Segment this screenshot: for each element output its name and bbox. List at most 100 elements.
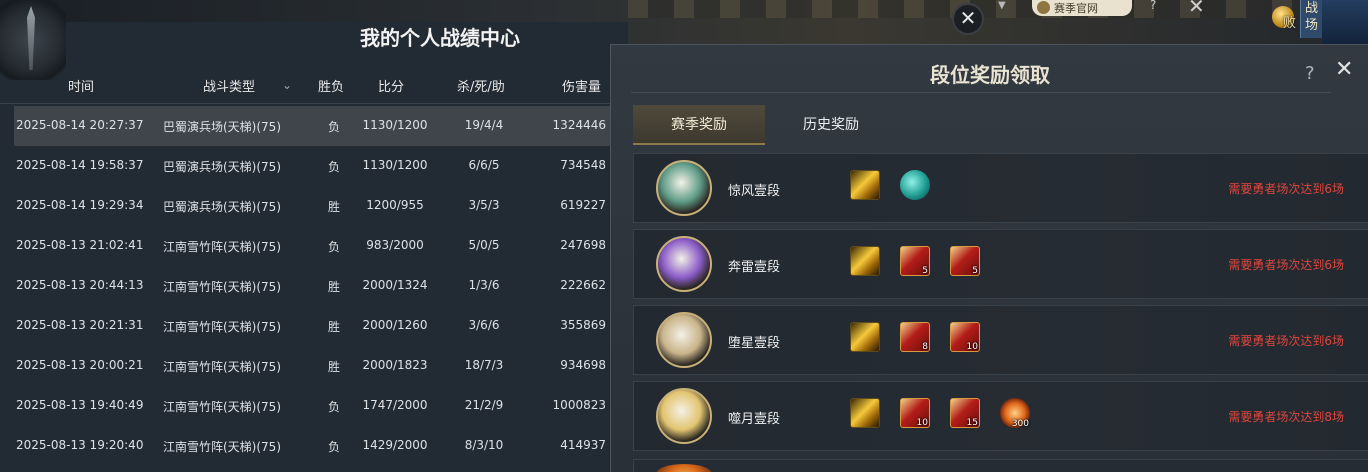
gem-icon[interactable] [900, 170, 930, 200]
token-icon[interactable]: 5 [950, 246, 980, 276]
cell-result: 负 [327, 120, 340, 134]
cell-score: 983/2000 [366, 238, 424, 252]
cell-kda: 1/3/6 [468, 278, 500, 292]
tier-requirement: 需要勇者场次达到8场 [1228, 410, 1344, 424]
token-icon[interactable]: 15 [950, 398, 980, 428]
season-website-button[interactable]: 赛季官网 [1032, 0, 1132, 16]
cell-kda: 3/6/6 [468, 318, 500, 332]
table-row[interactable]: 2025-08-13 19:40:49 江南雪竹阵(天梯)(75) 负 1747/20… [14, 386, 628, 426]
token-icon[interactable]: 10 [900, 398, 930, 428]
table-row[interactable]: 2025-08-14 19:29:34 巴蜀演兵场(天梯)(75) 胜 1200/95… [14, 186, 628, 226]
table-row[interactable]: 2025-08-14 19:58:37 巴蜀演兵场(天梯)(75) 负 1130/12… [14, 146, 628, 186]
reward-count: 15 [966, 418, 978, 428]
tier-row-partial [633, 459, 1368, 472]
close-icon[interactable]: ✕ [1335, 57, 1353, 82]
cell-score: 1130/1200 [362, 118, 428, 132]
tier-reward-panel: 段位奖励领取 ? ✕ 赛季奖励 历史奖励 惊风壹段 需要勇者场次达到6场奔雷壹段 5… [610, 44, 1368, 472]
table-row[interactable]: 2025-08-13 21:02:41 江南雪竹阵(天梯)(75) 负 983/200… [14, 226, 628, 266]
table-row[interactable]: 2025-08-13 20:44:13 江南雪竹阵(天梯)(75) 胜 2000/13… [14, 266, 628, 306]
cell-score: 1429/2000 [362, 438, 428, 452]
cell-result: 负 [327, 240, 340, 254]
sort-chevron-icon[interactable]: ⌄ [282, 78, 292, 92]
tier-medal-icon [656, 160, 712, 216]
cell-kda: 3/5/3 [468, 198, 500, 212]
tier-medal-icon [656, 236, 712, 292]
chest-icon[interactable] [850, 322, 880, 352]
cell-time: 2025-08-13 20:00:21 [16, 358, 144, 372]
tier-row[interactable]: 堕星壹段 8 10 需要勇者场次达到6场 [633, 305, 1368, 375]
table-header: 时间 战斗类型 ⌄ 胜负 比分 杀/死/助 伤害量 [0, 66, 628, 104]
cell-time: 2025-08-14 20:27:37 [16, 118, 144, 132]
token-icon[interactable]: 8 [900, 322, 930, 352]
cell-time: 2025-08-13 19:40:49 [16, 398, 144, 412]
help-icon[interactable]: ? [1150, 0, 1156, 12]
close-icon[interactable]: ✕ [952, 3, 984, 35]
cell-kda: 18/7/3 [464, 358, 504, 372]
battlefield-tab[interactable]: 战场 [1300, 0, 1322, 38]
tier-row[interactable]: 惊风壹段 需要勇者场次达到6场 [633, 153, 1368, 223]
tier-row[interactable]: 奔雷壹段 5 5 需要勇者场次达到6场 [633, 229, 1368, 299]
cell-kda: 5/0/5 [468, 238, 500, 252]
tier-name: 噬月壹段 [728, 412, 781, 427]
cell-damage: 1324446 [552, 118, 606, 132]
column-header-time[interactable]: 时间 [68, 76, 94, 95]
close-icon[interactable]: ✕ [1188, 0, 1205, 18]
tier-requirement: 需要勇者场次达到6场 [1228, 334, 1344, 348]
cell-type: 巴蜀演兵场(天梯)(75) [163, 200, 281, 214]
reward-count: 10 [916, 418, 928, 428]
cell-result: 负 [327, 400, 340, 414]
cell-score: 2000/1324 [362, 278, 428, 292]
divider [631, 92, 1331, 93]
chest-icon[interactable] [850, 398, 880, 428]
table-row[interactable]: 2025-08-13 20:21:31 江南雪竹阵(天梯)(75) 胜 2000/12… [14, 306, 628, 346]
sword-emblem-icon [0, 0, 66, 80]
cell-type: 巴蜀演兵场(天梯)(75) [163, 160, 281, 174]
token-icon[interactable]: 5 [900, 246, 930, 276]
cell-score: 1747/2000 [362, 398, 428, 412]
token-icon[interactable]: 10 [950, 322, 980, 352]
cell-kda: 19/4/4 [464, 118, 504, 132]
tab-history-rewards[interactable]: 历史奖励 [775, 105, 887, 145]
cell-result: 负 [327, 440, 340, 454]
tab-season-rewards[interactable]: 赛季奖励 [633, 105, 765, 145]
column-header-score[interactable]: 比分 [378, 76, 404, 95]
reward-count: 10 [966, 342, 978, 352]
help-icon[interactable]: ? [1305, 63, 1315, 84]
chevron-down-icon[interactable]: ▼ [998, 0, 1016, 11]
burst-icon[interactable]: 300 [1000, 398, 1030, 429]
cell-type: 江南雪竹阵(天梯)(75) [163, 400, 281, 414]
column-header-result[interactable]: 胜负 [318, 76, 344, 95]
cell-damage: 355869 [560, 318, 606, 332]
chest-icon[interactable] [850, 170, 880, 200]
tier-medal-icon [656, 388, 712, 444]
cell-type: 江南雪竹阵(天梯)(75) [163, 320, 281, 334]
column-header-damage[interactable]: 伤害量 [562, 76, 601, 95]
cell-type: 巴蜀演兵场(天梯)(75) [163, 120, 281, 134]
tier-row[interactable]: 噬月壹段 10 15 300 需要勇者场次达到8场 [633, 381, 1368, 451]
tier-name: 奔雷壹段 [728, 260, 781, 275]
tier-requirement: 需要勇者场次达到6场 [1228, 258, 1344, 272]
cell-result: 胜 [327, 320, 340, 334]
column-header-kda[interactable]: 杀/死/助 [457, 76, 505, 95]
cell-type: 江南雪竹阵(天梯)(75) [163, 360, 281, 374]
cell-kda: 6/6/5 [468, 158, 500, 172]
cell-result: 胜 [327, 360, 340, 374]
cell-time: 2025-08-14 19:58:37 [16, 158, 144, 172]
table-row[interactable]: 2025-08-14 20:27:37 巴蜀演兵场(天梯)(75) 负 1130/12… [14, 106, 628, 146]
cell-result: 负 [327, 160, 340, 174]
reward-count: 8 [922, 342, 928, 352]
cell-damage: 247698 [560, 238, 606, 252]
table-row[interactable]: 2025-08-13 19:20:40 江南雪竹阵(天梯)(75) 负 1429/20… [14, 426, 628, 466]
reward-count: 5 [972, 266, 978, 276]
table-row[interactable]: 2025-08-13 20:00:21 江南雪竹阵(天梯)(75) 胜 2000/18… [14, 346, 628, 386]
cell-kda: 21/2/9 [464, 398, 504, 412]
cell-time: 2025-08-13 20:44:13 [16, 278, 144, 292]
cell-damage: 734548 [560, 158, 606, 172]
panel-title: 段位奖励领取 [930, 63, 1050, 87]
column-header-battle-type[interactable]: 战斗类型 [203, 76, 255, 95]
cell-damage: 222662 [560, 278, 606, 292]
cell-type: 江南雪竹阵(天梯)(75) [163, 280, 281, 294]
chest-icon[interactable] [850, 246, 880, 276]
tier-medal-icon [656, 312, 712, 368]
cell-result: 胜 [327, 280, 340, 294]
